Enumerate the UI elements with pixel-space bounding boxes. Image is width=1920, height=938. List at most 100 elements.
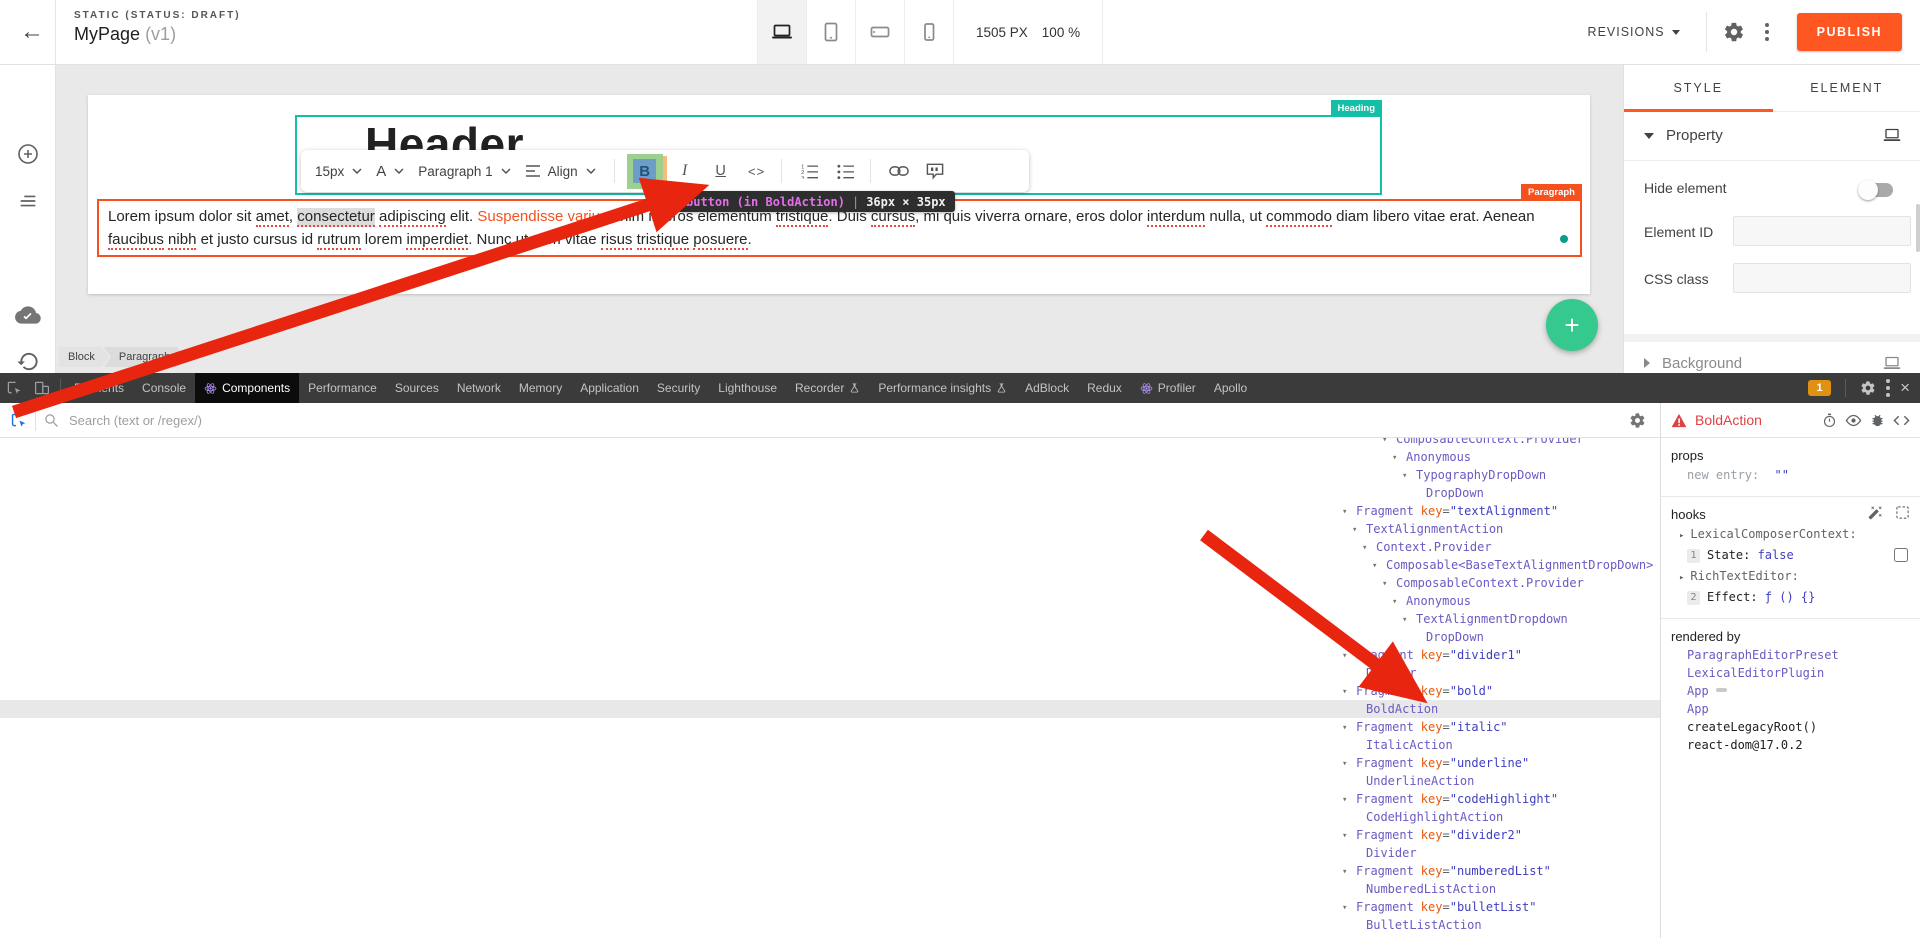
paragraph-style-dropdown[interactable]: Paragraph 1 [418, 164, 510, 179]
devtools-tab-profiler[interactable]: Profiler [1131, 373, 1205, 403]
add-element-button[interactable] [16, 142, 40, 166]
breadcrumb-block[interactable]: Block [59, 347, 109, 367]
issues-badge[interactable]: 1 [1808, 380, 1831, 396]
view-source-button[interactable] [1893, 414, 1910, 427]
selection-handle-dot[interactable] [1560, 235, 1568, 243]
hook-state-checkbox[interactable] [1894, 548, 1908, 562]
devtools-tab-redux[interactable]: Redux [1078, 373, 1131, 403]
copy-hooks-button[interactable] [1895, 505, 1910, 520]
hide-element-toggle[interactable] [1861, 183, 1893, 197]
devtools-settings-button[interactable] [1860, 380, 1876, 396]
expand-arrow-icon[interactable]: ▾ [1382, 575, 1396, 593]
debug-button[interactable] [1870, 413, 1885, 428]
expand-arrow-icon[interactable]: ▾ [1342, 647, 1356, 665]
device-toolbar-button[interactable] [28, 373, 56, 403]
bullet-list-button[interactable] [830, 155, 862, 187]
devtools-tab-network[interactable]: Network [448, 373, 510, 403]
device-phone-button[interactable] [904, 0, 953, 64]
rendered-by-row[interactable]: App [1661, 700, 1920, 718]
numbered-list-button[interactable]: 123 [794, 155, 826, 187]
tree-row-underline[interactable]: ▾Fragmentkey="underline" [0, 754, 1660, 772]
expand-arrow-icon[interactable]: ▾ [1372, 557, 1386, 575]
tree-row-italicaction[interactable]: ItalicAction [0, 736, 1660, 754]
tree-row-boldaction[interactable]: BoldAction [0, 700, 1660, 718]
devtools-tab-components[interactable]: Components [195, 373, 299, 403]
link-button[interactable] [883, 155, 915, 187]
css-class-input[interactable] [1733, 263, 1911, 293]
device-desktop-button[interactable] [757, 0, 806, 64]
sidebar-scrollbar[interactable] [1916, 204, 1920, 252]
property-section-header[interactable]: Property [1624, 111, 1920, 161]
devtools-more-button[interactable] [1886, 379, 1890, 397]
devtools-tab-performance-insights[interactable]: Performance insights [869, 373, 1016, 403]
rendered-by-row[interactable]: LexicalEditorPlugin [1661, 664, 1920, 682]
code-button[interactable]: <> [741, 155, 773, 187]
inspect-dom-button[interactable] [1845, 414, 1862, 427]
tab-style[interactable]: STYLE [1624, 64, 1773, 111]
devtools-tab-console[interactable]: Console [133, 373, 195, 403]
hook-group[interactable]: ▸LexicalComposerContext: [1661, 524, 1920, 545]
layers-button[interactable] [17, 190, 39, 212]
more-menu-button[interactable] [1753, 12, 1781, 52]
tab-element[interactable]: ELEMENT [1773, 64, 1920, 111]
expand-arrow-icon[interactable]: ▾ [1342, 683, 1356, 701]
devtools-tab-sources[interactable]: Sources [386, 373, 448, 403]
expand-arrow-icon[interactable]: ▾ [1342, 755, 1356, 773]
tree-row-divider[interactable]: Divider [0, 844, 1660, 862]
devtools-tab-application[interactable]: Application [571, 373, 648, 403]
tree-row-composable<basetextalignmentdropdown>[interactable]: ▾Composable<BaseTextAlignmentDropDown> [0, 556, 1660, 574]
devtools-tab-elements[interactable]: Elements [65, 373, 133, 403]
breadcrumb-paragraph[interactable]: Paragraph [104, 347, 184, 367]
devtools-tab-adblock[interactable]: AdBlock [1016, 373, 1078, 403]
expand-arrow-icon[interactable]: ▾ [1342, 503, 1356, 521]
expand-arrow-icon[interactable]: ▾ [1342, 719, 1356, 737]
expand-arrow-icon[interactable]: ▾ [1402, 611, 1416, 629]
rendered-by-row[interactable]: ParagraphEditorPreset [1661, 646, 1920, 664]
expand-arrow-icon[interactable]: ▾ [1342, 827, 1356, 845]
tree-row-typographydropdown[interactable]: ▾TypographyDropDown [0, 466, 1660, 484]
tree-row-context.provider[interactable]: ▾Context.Provider [0, 538, 1660, 556]
back-button[interactable]: ← [14, 14, 50, 50]
react-inspect-button[interactable] [10, 412, 27, 429]
tree-row-numberedlistaction[interactable]: NumberedListAction [0, 880, 1660, 898]
expand-arrow-icon[interactable]: ▾ [1392, 593, 1406, 611]
undo-history-button[interactable] [16, 350, 39, 373]
tree-row-textalignmentaction[interactable]: ▾TextAlignmentAction [0, 520, 1660, 538]
devtools-tab-memory[interactable]: Memory [510, 373, 571, 403]
rendered-by-row[interactable]: App [1661, 682, 1920, 700]
settings-button[interactable] [1723, 21, 1745, 43]
props-new-entry[interactable]: new entry: "" [1661, 465, 1920, 486]
revisions-dropdown[interactable]: REVISIONS [1588, 25, 1680, 39]
quote-button[interactable] [919, 155, 951, 187]
italic-button[interactable]: I [669, 155, 701, 187]
underline-button[interactable]: U [705, 155, 737, 187]
tree-row-bulletlistaction[interactable]: BulletListAction [0, 916, 1660, 934]
publish-button[interactable]: PUBLISH [1797, 13, 1902, 51]
devtools-tab-apollo[interactable]: Apollo [1205, 373, 1256, 403]
tree-row-composablecontext.provider[interactable]: ▾ComposableContext.Provider [0, 437, 1660, 448]
device-tablet-button[interactable] [806, 0, 855, 64]
cloud-save-status[interactable] [15, 302, 41, 328]
tree-row-numberedlist[interactable]: ▾Fragmentkey="numberedList" [0, 862, 1660, 880]
tree-row-dropdown[interactable]: DropDown [0, 628, 1660, 646]
expand-arrow-icon[interactable]: ▾ [1402, 467, 1416, 485]
tree-row-anonymous[interactable]: ▾Anonymous [0, 592, 1660, 610]
devtools-close-button[interactable]: × [1900, 380, 1910, 396]
devtools-tab-security[interactable]: Security [648, 373, 709, 403]
inspect-element-button[interactable] [0, 373, 28, 403]
expand-arrow-icon[interactable]: ▾ [1342, 899, 1356, 917]
tree-row-divider[interactable]: Divider [0, 664, 1660, 682]
component-search-input[interactable] [67, 412, 431, 429]
bold-button[interactable]: B [627, 154, 663, 189]
expand-arrow-icon[interactable]: ▾ [1352, 521, 1366, 539]
expand-arrow-icon[interactable]: ▾ [1392, 449, 1406, 467]
react-settings-button[interactable] [1629, 412, 1646, 429]
tree-row-dropdown[interactable]: DropDown [0, 484, 1660, 502]
tree-row-divider2[interactable]: ▾Fragmentkey="divider2" [0, 826, 1660, 844]
expand-arrow-icon[interactable]: ▾ [1342, 863, 1356, 881]
tree-row-codehighlight[interactable]: ▾Fragmentkey="codeHighlight" [0, 790, 1660, 808]
tree-row-bulletlist[interactable]: ▾Fragmentkey="bulletList" [0, 898, 1660, 916]
devtools-tab-lighthouse[interactable]: Lighthouse [709, 373, 786, 403]
hook-group[interactable]: ▸RichTextEditor: [1661, 566, 1920, 587]
tree-row-italic[interactable]: ▾Fragmentkey="italic" [0, 718, 1660, 736]
